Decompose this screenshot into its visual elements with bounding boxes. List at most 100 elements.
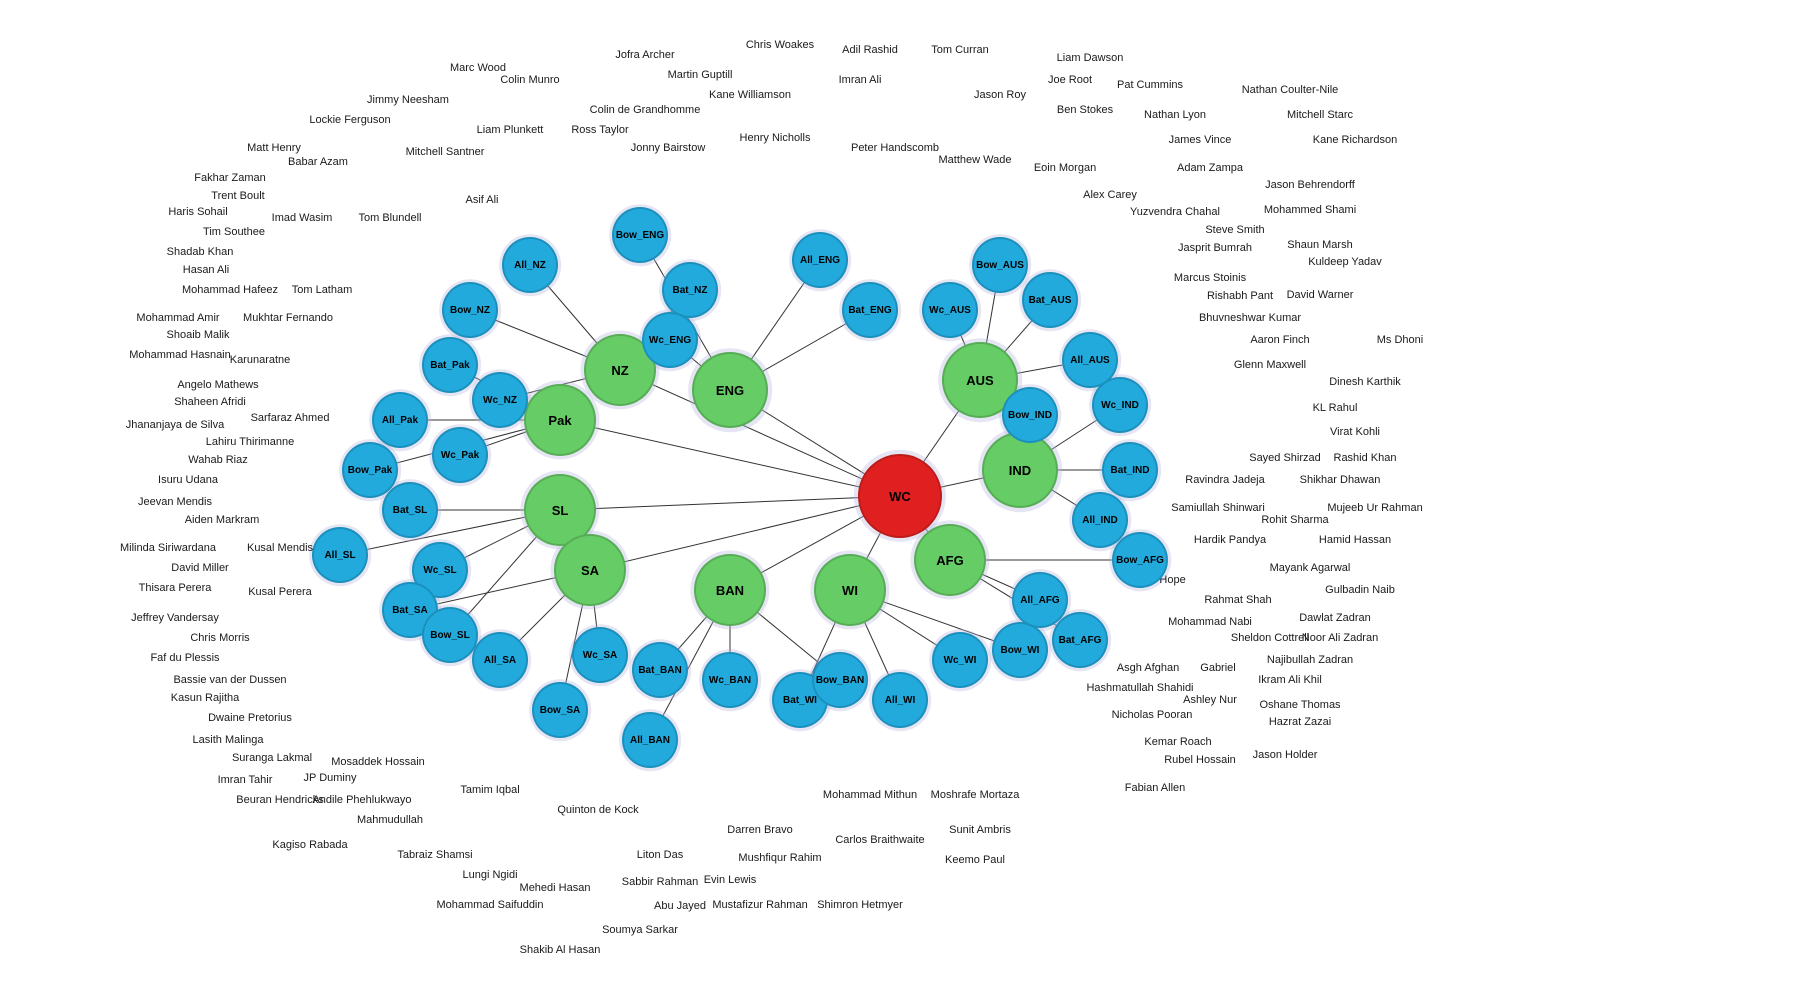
player-label: Sunit Ambris	[949, 824, 1011, 836]
player-label: Jasprit Bumrah	[1178, 242, 1252, 254]
node-bat_afg[interactable]: Bat_AFG	[1052, 612, 1108, 668]
player-label: Liam Dawson	[1057, 52, 1124, 64]
node-wc_sa[interactable]: Wc_SA	[572, 627, 628, 683]
node-bat_ind[interactable]: Bat_IND	[1102, 442, 1158, 498]
player-label: Eoin Morgan	[1034, 162, 1096, 174]
player-label: Fakhar Zaman	[194, 172, 266, 184]
node-all_sl[interactable]: All_SL	[312, 527, 368, 583]
player-label: David Warner	[1287, 289, 1354, 301]
node-all_wi[interactable]: All_WI	[872, 672, 928, 728]
player-label: Angelo Mathews	[177, 379, 258, 391]
node-all_ind[interactable]: All_IND	[1072, 492, 1128, 548]
player-label: Adil Rashid	[842, 44, 898, 56]
node-bow_sa[interactable]: Bow_SA	[532, 682, 588, 738]
player-label: Aaron Finch	[1250, 334, 1309, 346]
player-label: Dawlat Zadran	[1299, 612, 1371, 624]
node-bow_ban[interactable]: Bow_BAN	[812, 652, 868, 708]
player-label: Mohammad Hasnain	[129, 349, 231, 361]
player-label: Evin Lewis	[704, 874, 757, 886]
player-label: Virat Kohli	[1330, 426, 1380, 438]
node-bat_nz[interactable]: Bat_NZ	[662, 262, 718, 318]
player-label: Chris Woakes	[746, 39, 814, 51]
node-all_pak[interactable]: All_Pak	[372, 392, 428, 448]
node-all_nz[interactable]: All_NZ	[502, 237, 558, 293]
player-label: Imad Wasim	[272, 212, 333, 224]
node-afg[interactable]: AFG	[914, 524, 986, 596]
player-label: Mohammad Mithun	[823, 789, 917, 801]
node-bow_ind[interactable]: Bow_IND	[1002, 387, 1058, 443]
node-wc[interactable]: WC	[858, 454, 942, 538]
node-ind[interactable]: IND	[982, 432, 1058, 508]
player-label: Sarfaraz Ahmed	[251, 412, 330, 424]
node-wc_wi[interactable]: Wc_WI	[932, 632, 988, 688]
player-label: Tom Latham	[292, 284, 353, 296]
node-wc_pak[interactable]: Wc_Pak	[432, 427, 488, 483]
player-label: Carlos Braithwaite	[835, 834, 924, 846]
player-label: Tamim Iqbal	[460, 784, 519, 796]
player-label: Najibullah Zadran	[1267, 654, 1353, 666]
node-bat_eng[interactable]: Bat_ENG	[842, 282, 898, 338]
player-label: Ross Taylor	[571, 124, 628, 136]
player-label: Shaheen Afridi	[174, 396, 246, 408]
node-bat_pak[interactable]: Bat_Pak	[422, 337, 478, 393]
player-label: Imran Ali	[839, 74, 882, 86]
node-bat_aus[interactable]: Bat_AUS	[1022, 272, 1078, 328]
player-label: Liam Plunkett	[477, 124, 544, 136]
player-label: Jason Roy	[974, 89, 1026, 101]
node-wc_eng[interactable]: Wc_ENG	[642, 312, 698, 368]
player-label: Haris Sohail	[168, 206, 227, 218]
player-label: Babar Azam	[288, 156, 348, 168]
node-bat_sl[interactable]: Bat_SL	[382, 482, 438, 538]
player-label: Karunaratne	[230, 354, 291, 366]
player-label: Henry Nicholls	[740, 132, 811, 144]
node-bow_sl[interactable]: Bow_SL	[422, 607, 478, 663]
player-label: Hardik Pandya	[1194, 534, 1266, 546]
player-label: Lahiru Thirimanne	[206, 436, 294, 448]
player-label: Ben Stokes	[1057, 104, 1113, 116]
player-label: Joe Root	[1048, 74, 1092, 86]
node-bat_ban[interactable]: Bat_BAN	[632, 642, 688, 698]
node-bow_nz[interactable]: Bow_NZ	[442, 282, 498, 338]
player-label: Jhananjaya de Silva	[126, 419, 224, 431]
player-label: Mukhtar Fernando	[243, 312, 333, 324]
node-bow_wi[interactable]: Bow_WI	[992, 622, 1048, 678]
node-all_sa[interactable]: All_SA	[472, 632, 528, 688]
player-label: Mohammad Amir	[136, 312, 219, 324]
player-label: Oshane Thomas	[1259, 699, 1340, 711]
node-bow_eng[interactable]: Bow_ENG	[612, 207, 668, 263]
player-label: Matt Henry	[247, 142, 301, 154]
player-label: Samiullah Shinwari	[1171, 502, 1265, 514]
node-wc_ban[interactable]: Wc_BAN	[702, 652, 758, 708]
player-label: Mitchell Starc	[1287, 109, 1353, 121]
node-bow_aus[interactable]: Bow_AUS	[972, 237, 1028, 293]
player-label: Steve Smith	[1205, 224, 1264, 236]
node-ban[interactable]: BAN	[694, 554, 766, 626]
node-bow_afg[interactable]: Bow_AFG	[1112, 532, 1168, 588]
player-label: JP Duminy	[304, 772, 357, 784]
player-label: Matthew Wade	[939, 154, 1012, 166]
player-label: Mahmudullah	[357, 814, 423, 826]
node-pak[interactable]: Pak	[524, 384, 596, 456]
node-wc_nz[interactable]: Wc_NZ	[472, 372, 528, 428]
player-label: Glenn Maxwell	[1234, 359, 1306, 371]
player-label: Jimmy Neesham	[367, 94, 449, 106]
node-all_ban[interactable]: All_BAN	[622, 712, 678, 768]
player-label: Milinda Siriwardana	[120, 542, 216, 554]
node-wc_aus[interactable]: Wc_AUS	[922, 282, 978, 338]
node-eng[interactable]: ENG	[692, 352, 768, 428]
node-sa[interactable]: SA	[554, 534, 626, 606]
player-label: Tom Blundell	[359, 212, 422, 224]
player-label: Jofra Archer	[615, 49, 674, 61]
player-label: Ms Dhoni	[1377, 334, 1423, 346]
player-label: Shoaib Malik	[167, 329, 230, 341]
player-label: Moshrafe Mortaza	[931, 789, 1020, 801]
player-label: James Vince	[1169, 134, 1232, 146]
node-all_eng[interactable]: All_ENG	[792, 232, 848, 288]
player-label: Soumya Sarkar	[602, 924, 678, 936]
network-graph: WCENGNZPakSLSABANWIAFGINDAUSBow_ENGAll_N…	[0, 0, 1800, 992]
player-label: Mohammad Hafeez	[182, 284, 278, 296]
node-all_aus[interactable]: All_AUS	[1062, 332, 1118, 388]
node-wi[interactable]: WI	[814, 554, 886, 626]
player-label: Hazrat Zazai	[1269, 716, 1331, 728]
player-label: Tim Southee	[203, 226, 265, 238]
